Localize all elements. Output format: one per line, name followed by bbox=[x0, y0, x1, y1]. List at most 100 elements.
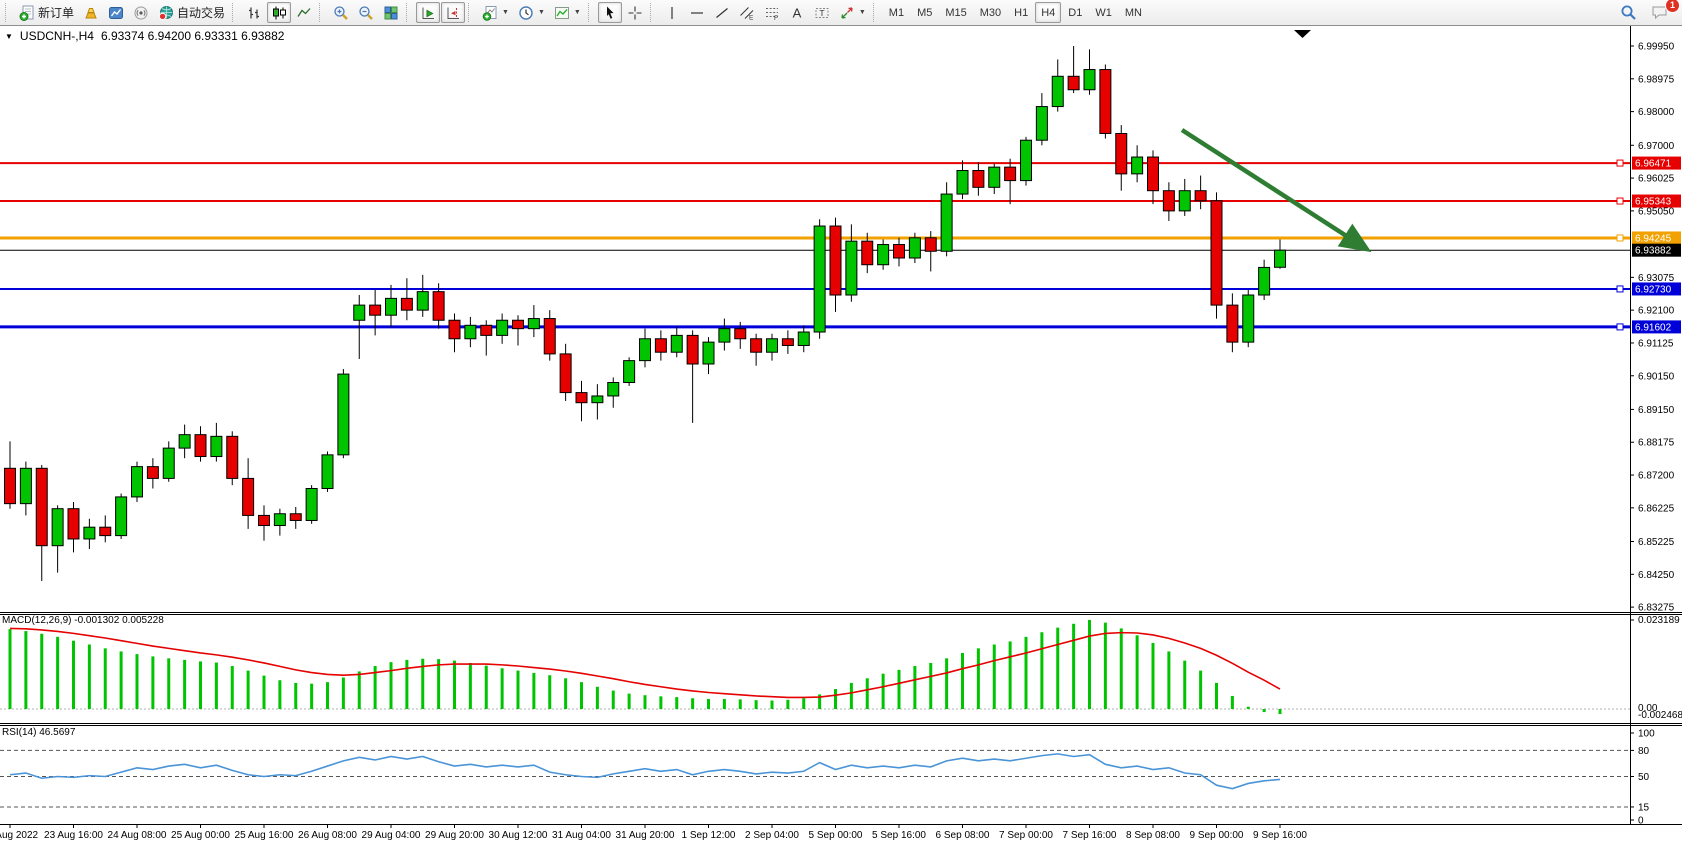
search-icon bbox=[1620, 4, 1637, 21]
svg-text:6.97000: 6.97000 bbox=[1638, 141, 1675, 152]
gold-ingot-icon bbox=[83, 5, 99, 21]
signals-button[interactable] bbox=[129, 2, 153, 23]
svg-text:6.98000: 6.98000 bbox=[1638, 107, 1675, 118]
svg-text:26 Aug 08:00: 26 Aug 08:00 bbox=[298, 830, 357, 841]
signals-icon bbox=[133, 5, 149, 21]
market-button[interactable] bbox=[104, 2, 128, 23]
new-order-icon bbox=[19, 5, 35, 21]
toolbar-right: 1 bbox=[1616, 2, 1679, 24]
svg-text:6.94245: 6.94245 bbox=[1635, 233, 1672, 244]
indicators-button[interactable]: ▼ bbox=[478, 2, 513, 23]
svg-text:23 Aug 2022: 23 Aug 2022 bbox=[0, 830, 39, 841]
svg-text:6.87200: 6.87200 bbox=[1638, 471, 1675, 482]
timeframe-button-H4[interactable]: H4 bbox=[1035, 2, 1061, 23]
toolbar-grip bbox=[5, 3, 11, 22]
svg-text:6.91125: 6.91125 bbox=[1638, 338, 1674, 349]
zoom-out-button[interactable] bbox=[354, 2, 378, 23]
svg-text:24 Aug 08:00: 24 Aug 08:00 bbox=[108, 830, 167, 841]
toolbar-separator bbox=[588, 3, 594, 22]
crosshair-icon bbox=[627, 5, 643, 21]
clock-icon bbox=[518, 5, 534, 21]
svg-text:1 Sep 12:00: 1 Sep 12:00 bbox=[682, 830, 736, 841]
zoom-in-button[interactable] bbox=[329, 2, 353, 23]
label-button[interactable]: T bbox=[810, 2, 834, 23]
svg-text:6.92100: 6.92100 bbox=[1638, 306, 1675, 317]
dropdown-caret-icon: ▼ bbox=[538, 9, 545, 16]
timeframe-button-M1[interactable]: M1 bbox=[883, 2, 910, 23]
line-chart-icon bbox=[296, 5, 312, 21]
timeframe-button-W1[interactable]: W1 bbox=[1089, 2, 1118, 23]
market-icon bbox=[108, 5, 124, 21]
horizontal-line-button[interactable] bbox=[685, 2, 709, 23]
crosshair-button[interactable] bbox=[623, 2, 647, 23]
new-order-button[interactable]: 新订单 bbox=[15, 2, 78, 23]
svg-text:0: 0 bbox=[1638, 816, 1644, 827]
channel-button[interactable]: E bbox=[735, 2, 759, 23]
svg-text:6.92730: 6.92730 bbox=[1635, 284, 1672, 295]
timeframe-button-M15[interactable]: M15 bbox=[939, 2, 972, 23]
svg-text:MACD(12,26,9) -0.001302 0.0052: MACD(12,26,9) -0.001302 0.005228 bbox=[2, 615, 164, 626]
tile-windows-button[interactable] bbox=[379, 2, 403, 23]
templates-button[interactable]: ▼ bbox=[550, 2, 585, 23]
cursor-button[interactable] bbox=[598, 2, 622, 23]
svg-text:6.84250: 6.84250 bbox=[1638, 570, 1675, 581]
vertical-line-button[interactable] bbox=[660, 2, 684, 23]
fibonacci-button[interactable]: F bbox=[760, 2, 784, 23]
toolbar-separator bbox=[406, 3, 412, 22]
trading-chart[interactable]: 6.999506.989756.980006.970006.960256.950… bbox=[0, 25, 1682, 843]
arrow-objects-icon bbox=[839, 5, 855, 21]
svg-text:F: F bbox=[774, 15, 778, 21]
svg-text:E: E bbox=[749, 14, 754, 21]
chart-symbol-period: USDCNH-,H4 bbox=[20, 29, 94, 43]
toolbar-separator bbox=[232, 3, 238, 22]
text-icon: A bbox=[789, 5, 805, 21]
svg-text:50: 50 bbox=[1638, 772, 1650, 783]
svg-text:6.91602: 6.91602 bbox=[1635, 322, 1672, 333]
svg-text:6.86225: 6.86225 bbox=[1638, 503, 1675, 514]
svg-text:9 Sep 16:00: 9 Sep 16:00 bbox=[1253, 830, 1307, 841]
auto-scroll-button[interactable] bbox=[416, 2, 440, 23]
candle-chart-button[interactable] bbox=[267, 2, 291, 23]
svg-text:8 Sep 08:00: 8 Sep 08:00 bbox=[1126, 830, 1180, 841]
svg-text:6.93075: 6.93075 bbox=[1638, 273, 1675, 284]
svg-text:7 Sep 00:00: 7 Sep 00:00 bbox=[999, 830, 1053, 841]
svg-text:31 Aug 04:00: 31 Aug 04:00 bbox=[552, 830, 611, 841]
auto-trading-button[interactable]: 自动交易 bbox=[154, 2, 229, 23]
timeframe-button-D1[interactable]: D1 bbox=[1062, 2, 1088, 23]
timeframe-button-M5[interactable]: M5 bbox=[911, 2, 938, 23]
dropdown-caret-icon: ▼ bbox=[574, 9, 581, 16]
chart-shift-icon bbox=[445, 5, 461, 21]
mt4-terminal: 新订单 bbox=[0, 0, 1682, 843]
chart-shift-button[interactable] bbox=[441, 2, 465, 23]
svg-text:A: A bbox=[793, 5, 802, 20]
line-chart-button[interactable] bbox=[292, 2, 316, 23]
svg-text:23 Aug 16:00: 23 Aug 16:00 bbox=[44, 830, 103, 841]
arrows-button[interactable]: ▼ bbox=[835, 2, 870, 23]
svg-text:25 Aug 00:00: 25 Aug 00:00 bbox=[171, 830, 230, 841]
timeframe-button-H1[interactable]: H1 bbox=[1008, 2, 1034, 23]
search-button[interactable] bbox=[1616, 2, 1641, 23]
svg-text:15: 15 bbox=[1638, 802, 1650, 813]
tile-windows-icon bbox=[383, 5, 399, 21]
svg-text:5 Sep 16:00: 5 Sep 16:00 bbox=[872, 830, 926, 841]
zoom-out-icon bbox=[358, 5, 374, 21]
svg-text:6.95343: 6.95343 bbox=[1635, 197, 1672, 208]
text-button[interactable]: A bbox=[785, 2, 809, 23]
periods-button[interactable]: ▼ bbox=[514, 2, 549, 23]
timeframe-button-M30[interactable]: M30 bbox=[974, 2, 1007, 23]
svg-text:2 Sep 04:00: 2 Sep 04:00 bbox=[745, 830, 799, 841]
cursor-arrow-icon bbox=[602, 5, 618, 21]
timeframe-button-MN[interactable]: MN bbox=[1119, 2, 1148, 23]
trendline-button[interactable] bbox=[710, 2, 734, 23]
bar-chart-button[interactable] bbox=[242, 2, 266, 23]
auto-scroll-icon bbox=[420, 5, 436, 21]
one-click-trading-caret-icon[interactable]: ▼ bbox=[5, 32, 13, 41]
svg-text:25 Aug 16:00: 25 Aug 16:00 bbox=[235, 830, 294, 841]
vertical-line-icon bbox=[664, 5, 680, 21]
deposit-button[interactable] bbox=[79, 2, 103, 23]
svg-text:6.83275: 6.83275 bbox=[1638, 603, 1675, 614]
svg-text:100: 100 bbox=[1638, 729, 1655, 740]
main-toolbar: 新订单 bbox=[0, 0, 1682, 26]
notification-badge[interactable]: 1 bbox=[1665, 0, 1680, 13]
chart-ohlc-values: 6.93374 6.94200 6.93331 6.93882 bbox=[101, 29, 285, 43]
